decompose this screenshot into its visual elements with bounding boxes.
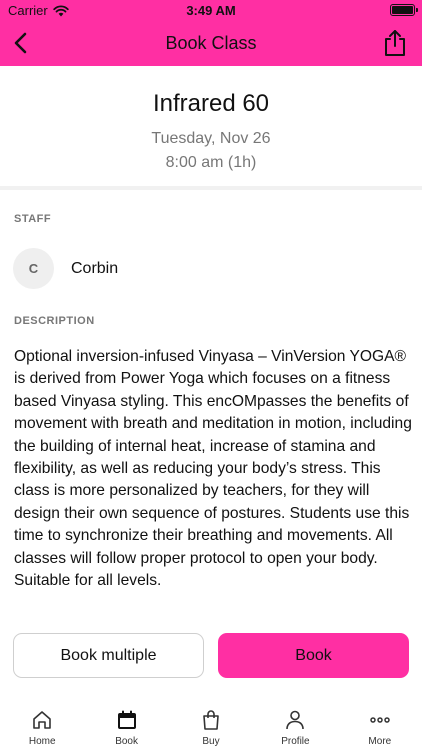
class-summary: Infrared 60 Tuesday, Nov 26 8:00 am (1h): [0, 66, 422, 190]
tab-book[interactable]: Book: [84, 700, 168, 750]
class-time: 8:00 am (1h): [165, 154, 257, 171]
status-time: 3:49 AM: [186, 3, 236, 18]
class-name: Infrared 60: [152, 90, 270, 117]
status-bar: Carrier 3:49 AM: [0, 0, 422, 20]
share-button[interactable]: [382, 28, 408, 58]
tab-label: More: [368, 736, 392, 747]
tab-label: Profile: [281, 736, 310, 747]
battery-icon: [390, 4, 418, 16]
class-date: Tuesday, Nov 26: [151, 130, 271, 147]
person-icon: [286, 710, 305, 730]
description-section-label: DESCRIPTION: [14, 315, 95, 327]
share-icon: [385, 30, 405, 56]
tab-label: Buy: [202, 736, 220, 747]
tab-more[interactable]: More: [338, 700, 422, 750]
tab-bar: Home Book Buy Profile More: [0, 700, 422, 750]
book-button[interactable]: Book: [218, 633, 409, 678]
book-multiple-button[interactable]: Book multiple: [13, 633, 204, 678]
staff-section-label: STAFF: [14, 213, 52, 225]
tab-buy[interactable]: Buy: [169, 700, 253, 750]
avatar: C: [13, 248, 54, 289]
class-description: Optional inversion-infused Vinyasa – Vin…: [14, 348, 412, 590]
calendar-icon: [117, 710, 136, 729]
home-icon: [33, 711, 52, 729]
tab-label: Book: [115, 736, 138, 747]
page-title: Book Class: [165, 33, 257, 53]
shopping-bag-icon: [203, 710, 219, 730]
ellipsis-icon: [370, 717, 390, 723]
header-bar: Carrier 3:49 AM Book Class: [0, 0, 422, 66]
tab-home[interactable]: Home: [0, 700, 84, 750]
tab-label: Home: [28, 736, 56, 747]
staff-name[interactable]: Corbin: [71, 260, 118, 278]
tab-profile[interactable]: Profile: [253, 700, 337, 750]
